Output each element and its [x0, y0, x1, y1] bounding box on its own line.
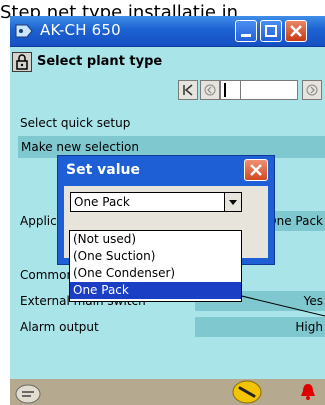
close-icon [250, 164, 262, 176]
options-list[interactable]: (Not used) (One Suction) (One Condenser)… [69, 230, 242, 302]
value-select[interactable]: One Pack [70, 192, 242, 212]
dialog-title: Set value [66, 162, 140, 178]
alarm-bell-icon[interactable] [298, 382, 318, 402]
device-icon[interactable] [14, 380, 42, 404]
option-one-suction[interactable]: (One Suction) [70, 248, 241, 265]
chevron-down-icon [229, 200, 237, 205]
option-not-used[interactable]: (Not used) [70, 231, 241, 248]
wrench-icon[interactable] [232, 380, 262, 404]
option-one-pack[interactable]: One Pack [70, 282, 241, 299]
dialog-close-button[interactable] [244, 159, 268, 181]
dropdown-button[interactable] [224, 192, 242, 212]
value-select-text: One Pack [74, 195, 130, 209]
bottom-toolbar [10, 379, 325, 405]
option-one-condenser[interactable]: (One Condenser) [70, 265, 241, 282]
